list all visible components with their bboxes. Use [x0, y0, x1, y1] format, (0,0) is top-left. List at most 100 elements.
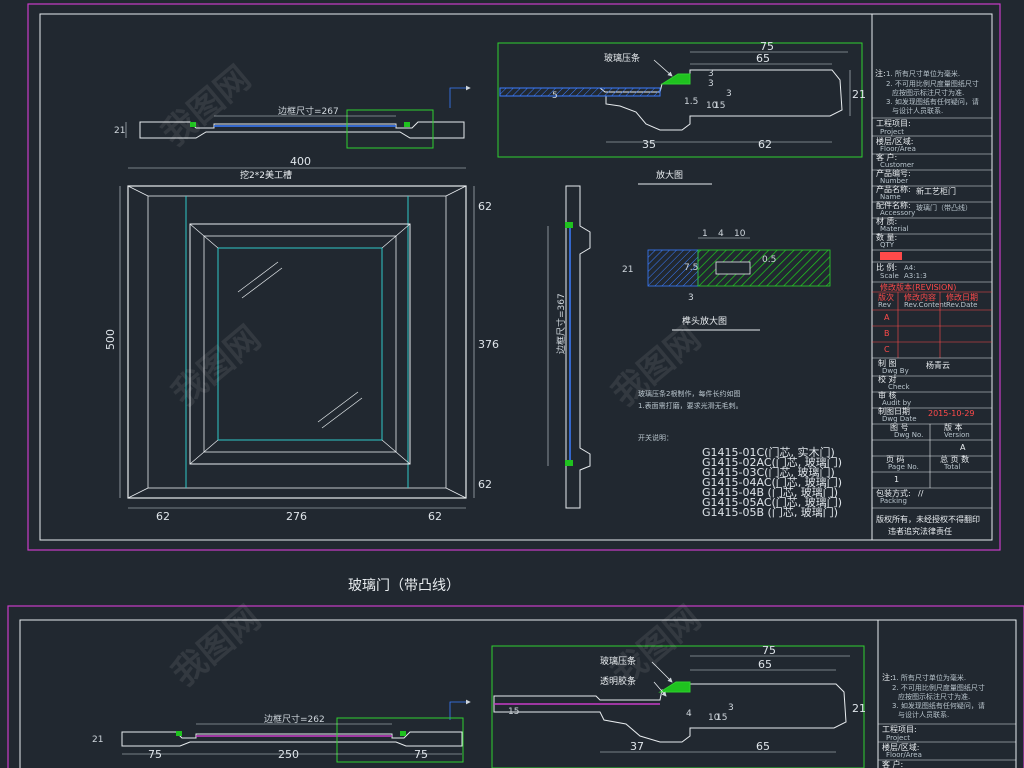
svg-text:2. 不可用比例尺度量图纸尺寸: 2. 不可用比例尺度量图纸尺寸	[892, 683, 985, 692]
sheet-1	[27, 3, 1001, 551]
svg-text:Total: Total	[943, 463, 960, 471]
zoom-label: 放大图	[656, 169, 683, 181]
joint-label: 榫头放大图	[682, 315, 727, 327]
note-2: 1.表面需打磨，要求光滑无毛刺。	[638, 401, 743, 410]
svg-text:Rev.Content: Rev.Content	[904, 301, 947, 309]
cad-drawing-canvas: 玻璃压条 75 65 21 3 3 10 15 3 1.5 5 35 62 边框…	[7, 3, 1024, 768]
svg-text:Floor/Area: Floor/Area	[880, 145, 916, 153]
svg-text:Accessory: Accessory	[880, 209, 915, 217]
svg-text:Project: Project	[886, 734, 910, 742]
part-code-list: G1415-01C(门芯, 实木门) G1415-02AC(门芯, 玻璃门) G…	[702, 445, 842, 519]
door-front-view: 400 挖2*2美工槽 500 62 376 62 62 276 62	[104, 155, 499, 523]
s2-small-dim-21: 21	[92, 735, 103, 745]
dim-21-right: 21	[852, 88, 866, 101]
svg-text:Name: Name	[880, 193, 901, 201]
dim-right-62-bottom: 62	[478, 478, 492, 491]
svg-text:与设计人员联系.: 与设计人员联系.	[898, 710, 949, 719]
joint-dim-0-5: 0.5	[762, 255, 776, 265]
svg-text:A: A	[884, 313, 890, 322]
title-block-2: 注: 1. 所有尺寸单位为毫米. 2. 不可用比例尺度量图纸尺寸 应按图示标注尺…	[878, 672, 1016, 768]
watermark-4: 我图网	[605, 318, 709, 414]
callout-glass-bead: 玻璃压条	[604, 52, 640, 64]
s2-dim-21: 21	[852, 702, 866, 715]
svg-text:1. 所有尺寸单位为毫米.: 1. 所有尺寸单位为毫米.	[892, 673, 966, 682]
glass-bead-shape	[660, 73, 691, 85]
svg-text:A4:: A4:	[904, 264, 916, 272]
svg-text:Number: Number	[880, 177, 908, 185]
joint-dim-7-5: 7.5	[684, 263, 698, 273]
groove-note: 挖2*2美工槽	[240, 169, 292, 181]
tb1-copyright-1: 版权所有，未经授权不得翻印	[876, 514, 980, 524]
tb1-name-value: 新工艺柜门	[916, 186, 956, 196]
small-profile-label: 边框尺寸=267	[278, 105, 339, 117]
dim-15: 15	[714, 101, 725, 111]
s2-small-profile-label: 边框尺寸=262	[264, 713, 325, 725]
s2-small-dim-75-left: 75	[148, 748, 162, 761]
sheet-2-outer-border	[7, 605, 1024, 768]
svg-text:A3:1:3: A3:1:3	[904, 272, 927, 280]
dim-62: 62	[758, 138, 772, 151]
svg-text:B: B	[884, 329, 890, 338]
watermark-1: 我图网	[155, 58, 259, 154]
svg-text:比 例:: 比 例:	[876, 262, 897, 272]
dim-5: 5	[552, 91, 558, 101]
svg-text:Dwg Date: Dwg Date	[882, 415, 917, 423]
svg-text:Version: Version	[944, 431, 970, 439]
small-profile-dim-21: 21	[114, 126, 125, 136]
svg-text://: //	[918, 489, 924, 498]
door-outline	[127, 185, 467, 499]
s2-small-dim-75-right: 75	[414, 748, 428, 761]
svg-text:Scale: Scale	[880, 272, 899, 280]
joint-dim-21: 21	[622, 265, 633, 275]
frame-profile-detail: 玻璃压条 75 65 21 3 3 10 15 3 1.5 5 35 62	[449, 40, 866, 158]
s2-dim-75: 75	[762, 644, 776, 657]
tb1-notes-title: 注:	[875, 68, 886, 78]
svg-text:Project: Project	[880, 128, 904, 136]
title-block-1: 注: 1. 所有尺寸单位为毫米. 2. 不可用比例尺度量图纸尺寸 应按图示标注尺…	[872, 68, 992, 536]
svg-text:Page No.: Page No.	[888, 463, 919, 471]
tb1-logo-mark	[880, 252, 902, 260]
watermark-3: 我图网	[165, 598, 269, 694]
dim-1-5: 1.5	[684, 97, 698, 107]
note-3: 开关说明：	[638, 433, 673, 442]
svg-text:Dwg By: Dwg By	[882, 367, 909, 375]
svg-text:Material: Material	[880, 225, 908, 233]
watermark-2: 我图网	[165, 318, 269, 414]
door-width-400: 400	[290, 155, 311, 168]
svg-text:应按图示标注尺寸为准.: 应按图示标注尺寸为准.	[898, 692, 970, 701]
svg-text:Audit by: Audit by	[882, 399, 911, 407]
dim-bottom-276: 276	[286, 510, 307, 523]
svg-text:3. 如发现图纸有任何疑问，请: 3. 如发现图纸有任何疑问，请	[892, 701, 985, 710]
joint-dim-4: 4	[718, 229, 724, 239]
s2-dim-65: 65	[758, 658, 772, 671]
svg-text:工程项目:: 工程项目:	[882, 725, 917, 734]
tb1-page-value: 1	[894, 475, 899, 484]
door-height-500: 500	[104, 329, 117, 350]
s2-dim-37: 37	[630, 740, 644, 753]
svg-text:工程项目:: 工程项目:	[876, 119, 911, 128]
joint-dim-10: 10	[734, 229, 746, 239]
s2-dim-4: 4	[686, 709, 692, 719]
svg-text:1. 所有尺寸单位为毫米.: 1. 所有尺寸单位为毫米.	[886, 69, 960, 78]
dim-3c: 3	[726, 89, 732, 99]
sheet-2	[7, 605, 1024, 768]
svg-text:Dwg No.: Dwg No.	[894, 431, 923, 439]
s2-dim-15r: 15	[716, 713, 727, 723]
svg-text:Packing: Packing	[880, 497, 907, 505]
dim-right-376: 376	[478, 338, 499, 351]
sheet-1-outer-border	[27, 3, 1001, 551]
tb1-accessory-value: 玻璃门（带凸线）	[916, 203, 972, 212]
section-label: 边框尺寸=367	[555, 293, 567, 354]
tb1-version-value: A	[960, 443, 966, 452]
dim-65: 65	[756, 52, 770, 65]
svg-text:QTY: QTY	[880, 241, 895, 249]
dim-3a: 3	[708, 79, 714, 89]
dim-bottom-62-right: 62	[428, 510, 442, 523]
dim-35: 35	[642, 138, 656, 151]
s2-dim-15: 15	[508, 707, 519, 717]
svg-text:2. 不可用比例尺度量图纸尺寸: 2. 不可用比例尺度量图纸尺寸	[886, 79, 979, 88]
svg-text:C: C	[884, 345, 890, 354]
svg-text:Floor/Area: Floor/Area	[886, 751, 922, 759]
svg-text:Customer: Customer	[880, 161, 914, 169]
glass-door-caption: 玻璃门（带凸线）	[348, 577, 460, 594]
